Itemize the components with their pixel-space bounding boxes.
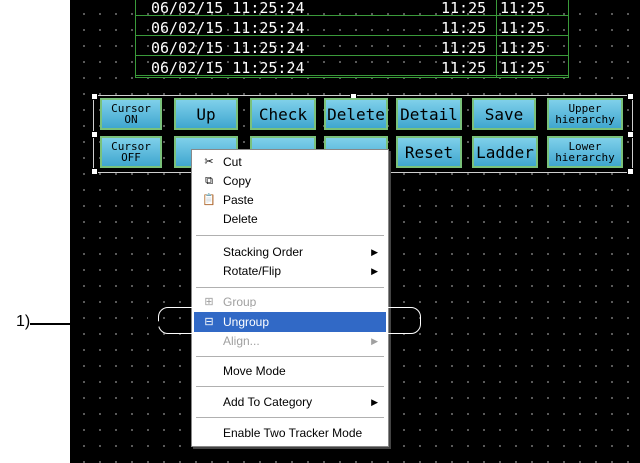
button-label: Detail — [400, 104, 458, 124]
menu-item-label: Add To Category — [223, 395, 313, 409]
menu-separator — [196, 287, 384, 289]
resize-handle[interactable] — [91, 131, 98, 138]
callout-label: 1) — [16, 313, 31, 330]
log-row: 06/02/15 11:25:24 11:25 11:25 — [136, 0, 568, 16]
upper-hierarchy-button[interactable]: Upper hierarchy — [547, 98, 623, 130]
lower-hierarchy-button[interactable]: Lower hierarchy — [547, 136, 623, 168]
button-label: Reset — [404, 142, 454, 162]
button-label-line2: hierarchy — [555, 113, 615, 126]
callout-highlight-box — [158, 307, 421, 334]
resize-handle[interactable] — [627, 131, 634, 138]
log-datetime: 06/02/15 11:25:24 — [151, 39, 305, 57]
delete-button[interactable]: Delete — [324, 98, 388, 130]
context-menu: ✂ Cut ⧉ Copy 📋 Paste Delete Stacking Ord… — [191, 149, 389, 447]
button-label: Save — [484, 104, 524, 124]
menu-item-paste[interactable]: 📋 Paste — [194, 190, 386, 210]
resize-handle[interactable] — [627, 93, 634, 100]
button-label: Up — [196, 104, 216, 124]
menu-separator — [196, 386, 384, 388]
save-button[interactable]: Save — [472, 98, 536, 130]
menu-item-add-to-category[interactable]: Add To Category ▶ — [194, 392, 386, 412]
submenu-arrow-icon: ▶ — [371, 266, 378, 276]
menu-item-enable-two-tracker-mode[interactable]: Enable Two Tracker Mode — [194, 423, 386, 443]
menu-item-label: Delete — [223, 212, 258, 226]
up-button[interactable]: Up — [174, 98, 238, 130]
copy-icon: ⧉ — [205, 175, 213, 187]
cursor-on-button[interactable]: Cursor ON — [100, 98, 162, 130]
log-datetime: 06/02/15 11:25:24 — [151, 59, 305, 77]
log-time-restored: 11:25 — [500, 19, 546, 37]
check-button[interactable]: Check — [250, 98, 316, 130]
menu-item-label: Enable Two Tracker Mode — [223, 426, 363, 440]
log-time-restored: 11:25 — [500, 39, 546, 57]
menu-separator — [196, 235, 384, 237]
menu-item-delete[interactable]: Delete — [194, 209, 386, 229]
button-label-line2: OFF — [121, 151, 141, 164]
cursor-off-button[interactable]: Cursor OFF — [100, 136, 162, 168]
callout-line — [30, 323, 154, 325]
log-time-occurred: 11:25 — [441, 39, 487, 57]
detail-button[interactable]: Detail — [396, 98, 462, 130]
resize-handle[interactable] — [627, 168, 634, 175]
menu-item-cut[interactable]: ✂ Cut — [194, 152, 386, 172]
button-label: Check — [258, 104, 308, 124]
log-time-restored: 11:25 — [500, 0, 546, 17]
button-label-line2: ON — [124, 113, 138, 126]
submenu-arrow-icon: ▶ — [371, 336, 378, 346]
log-row: 06/02/15 11:25:24 11:25 11:25 — [136, 60, 568, 76]
resize-handle[interactable] — [91, 168, 98, 175]
resize-handle[interactable] — [91, 93, 98, 100]
menu-item-copy[interactable]: ⧉ Copy — [194, 171, 386, 191]
menu-item-rotate-flip[interactable]: Rotate/Flip ▶ — [194, 261, 386, 281]
menu-separator — [196, 417, 384, 419]
alarm-log-display: 06/02/15 11:25:24 11:25 11:25 06/02/15 1… — [135, 0, 569, 78]
log-time-occurred: 11:25 — [441, 19, 487, 37]
log-row: 06/02/15 11:25:24 11:25 11:25 — [136, 20, 568, 36]
button-label: Ladder — [476, 142, 534, 162]
log-time-occurred: 11:25 — [441, 59, 487, 77]
reset-button[interactable]: Reset — [396, 136, 462, 168]
scissors-icon: ✂ — [204, 156, 214, 168]
log-datetime: 06/02/15 11:25:24 — [151, 0, 305, 17]
menu-item-label: Cut — [223, 155, 242, 169]
log-row: 06/02/15 11:25:24 11:25 11:25 — [136, 40, 568, 56]
menu-separator — [196, 356, 384, 358]
menu-item-align: Align... ▶ — [194, 331, 386, 351]
log-time-restored: 11:25 — [500, 59, 546, 77]
ladder-button[interactable]: Ladder — [472, 136, 538, 168]
menu-item-label: Stacking Order — [223, 245, 304, 259]
button-label-line2: hierarchy — [555, 151, 615, 164]
submenu-arrow-icon: ▶ — [371, 397, 378, 407]
menu-item-label: Rotate/Flip — [223, 264, 282, 278]
callout-arrow-icon — [148, 315, 163, 333]
log-datetime: 06/02/15 11:25:24 — [151, 19, 305, 37]
menu-item-move-mode[interactable]: Move Mode — [194, 361, 386, 381]
menu-item-label: Move Mode — [223, 364, 286, 378]
menu-item-label: Align... — [223, 334, 260, 348]
button-label: Delete — [327, 104, 385, 124]
paste-icon: 📋 — [202, 194, 216, 206]
submenu-arrow-icon: ▶ — [371, 247, 378, 257]
log-time-occurred: 11:25 — [441, 0, 487, 17]
menu-item-label: Copy — [223, 174, 252, 188]
menu-item-label: Paste — [223, 193, 254, 207]
menu-item-stacking-order[interactable]: Stacking Order ▶ — [194, 242, 386, 262]
